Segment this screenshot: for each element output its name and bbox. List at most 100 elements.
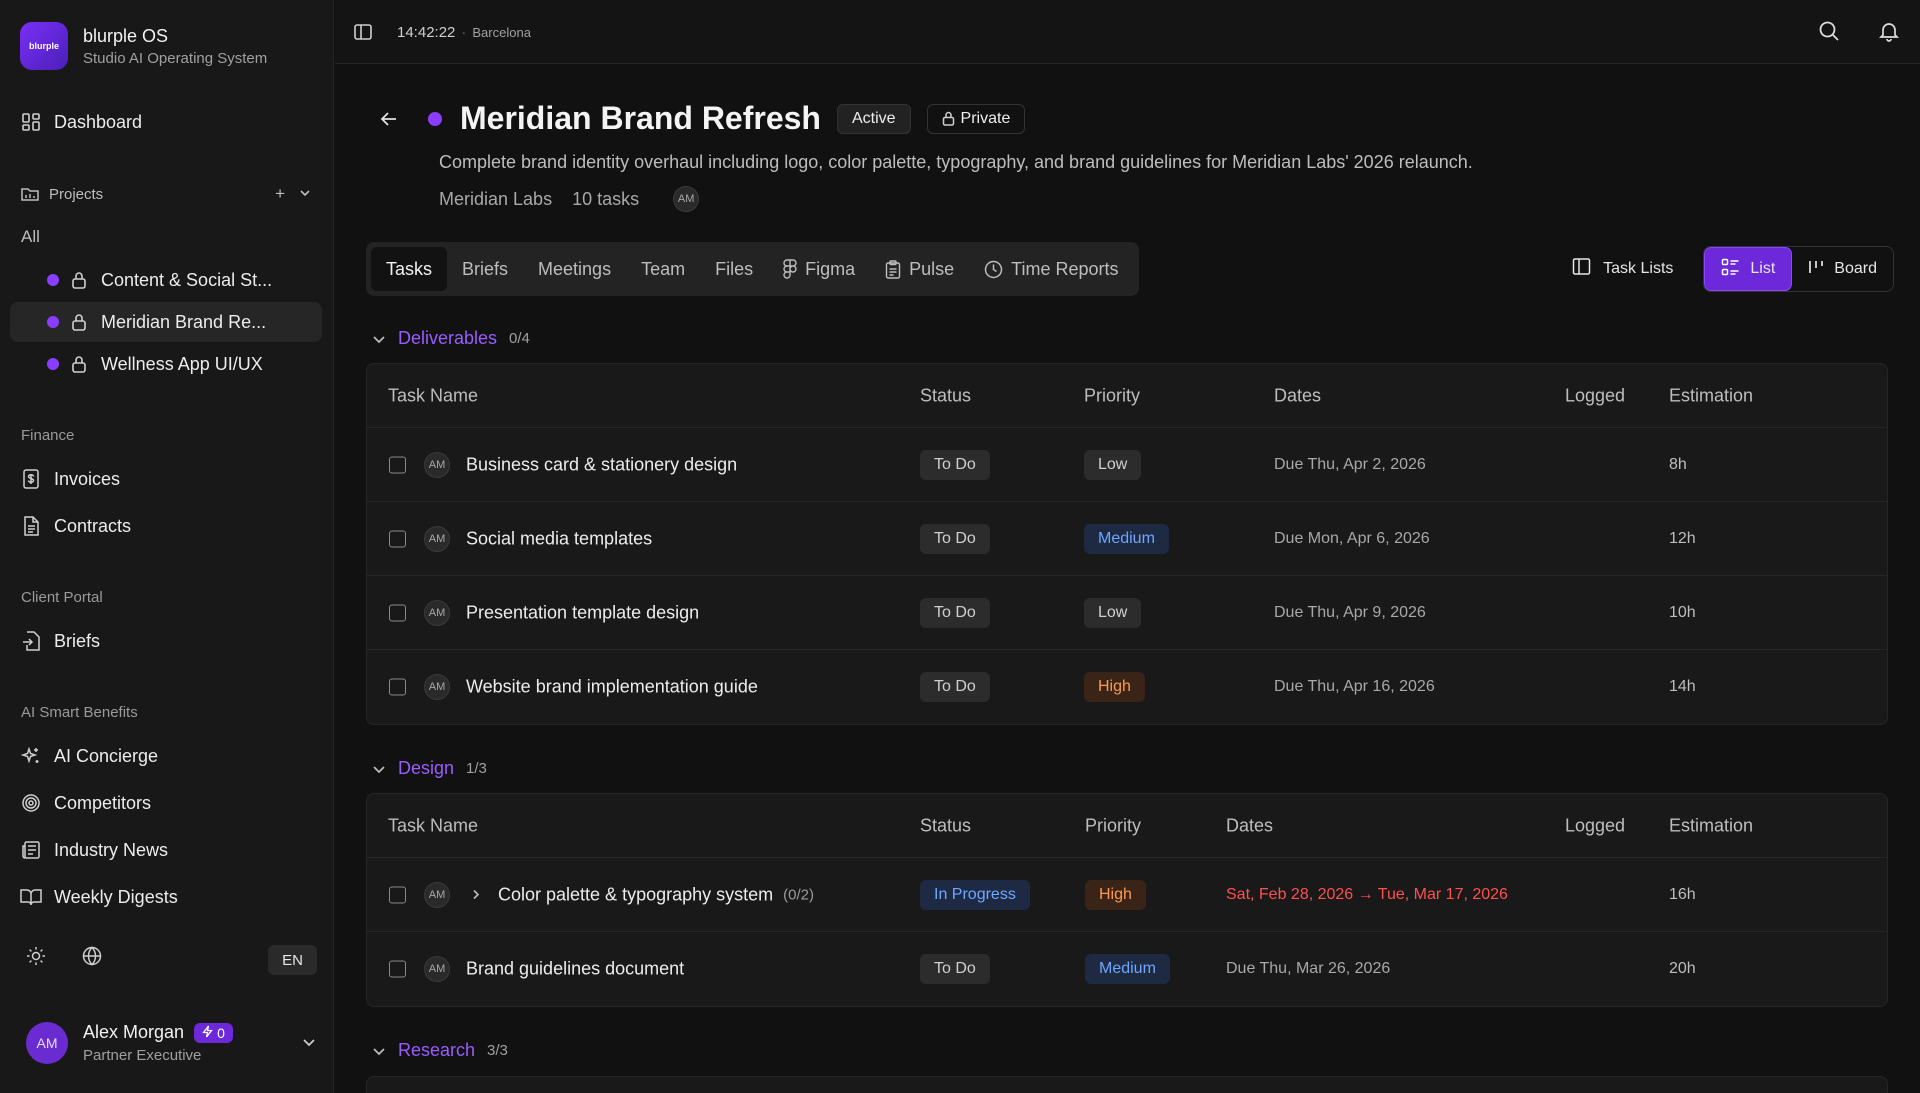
table-row[interactable]: AM Color palette & typography system (0/… xyxy=(367,858,1887,932)
column-header-priority[interactable]: Priority xyxy=(1085,815,1141,836)
task-due-date[interactable]: Due Thu, Apr 2, 2026 xyxy=(1274,456,1426,474)
tab-figma[interactable]: Figma xyxy=(768,247,870,291)
sidebar-item-competitors[interactable]: Competitors xyxy=(20,792,151,814)
sidebar-toggle-icon[interactable] xyxy=(353,22,373,45)
chevron-down-icon[interactable] xyxy=(372,762,386,776)
chevron-down-icon[interactable] xyxy=(302,1035,316,1052)
status-badge[interactable]: Active xyxy=(836,103,911,134)
table-row[interactable]: AM Brand guidelines document To Do Mediu… xyxy=(367,932,1887,1006)
list-view-button[interactable]: List xyxy=(1704,247,1793,291)
sidebar-project-content-social[interactable]: Content & Social St... xyxy=(10,260,322,300)
back-arrow-icon[interactable] xyxy=(380,110,398,131)
priority-badge[interactable]: Medium xyxy=(1084,523,1169,554)
task-name-wrap[interactable]: Color palette & typography system (0/2) xyxy=(498,884,814,905)
column-header-estimation[interactable]: Estimation xyxy=(1669,815,1753,836)
task-due-date[interactable]: Due Thu, Mar 26, 2026 xyxy=(1226,960,1390,978)
add-project-icon[interactable]: + xyxy=(275,184,285,204)
sidebar-project-meridian[interactable]: Meridian Brand Re... xyxy=(10,302,322,342)
task-lists-button[interactable]: Task Lists xyxy=(1572,257,1673,281)
task-estimation[interactable]: 12h xyxy=(1669,530,1696,548)
task-estimation[interactable]: 14h xyxy=(1669,678,1696,696)
board-view-button[interactable]: Board xyxy=(1792,247,1893,291)
column-header-task[interactable]: Task Name xyxy=(388,815,478,836)
column-header-logged[interactable]: Logged xyxy=(1565,385,1625,406)
tab-team[interactable]: Team xyxy=(626,247,700,291)
status-badge[interactable]: To Do xyxy=(920,449,990,480)
chevron-down-icon[interactable] xyxy=(299,184,311,204)
task-estimation[interactable]: 20h xyxy=(1669,960,1696,978)
table-row[interactable]: AM Presentation template design To Do Lo… xyxy=(367,576,1887,650)
priority-badge[interactable]: High xyxy=(1085,879,1146,910)
task-estimation[interactable]: 10h xyxy=(1669,604,1696,622)
task-name[interactable]: Color palette & typography system xyxy=(498,884,773,905)
task-name[interactable]: Social media templates xyxy=(466,528,652,549)
task-name[interactable]: Website brand implementation guide xyxy=(466,677,758,698)
task-due-date[interactable]: Due Mon, Apr 6, 2026 xyxy=(1274,530,1430,548)
table-row[interactable]: AM Business card & stationery design To … xyxy=(367,428,1887,502)
sidebar-item-ai-concierge[interactable]: AI Concierge xyxy=(20,745,158,767)
tab-files[interactable]: Files xyxy=(700,247,768,291)
status-badge[interactable]: To Do xyxy=(920,672,990,702)
tab-time-reports[interactable]: Time Reports xyxy=(969,247,1133,291)
globe-icon[interactable] xyxy=(82,946,102,969)
status-badge[interactable]: To Do xyxy=(920,523,990,554)
task-checkbox[interactable] xyxy=(389,456,406,473)
task-due-date[interactable]: Due Thu, Apr 9, 2026 xyxy=(1274,604,1426,622)
column-header-dates[interactable]: Dates xyxy=(1226,815,1273,836)
tab-meetings[interactable]: Meetings xyxy=(523,247,626,291)
task-checkbox[interactable] xyxy=(389,678,406,696)
column-header-estimation[interactable]: Estimation xyxy=(1669,385,1753,406)
sun-icon[interactable] xyxy=(26,946,46,969)
user-menu[interactable]: AM Alex Morgan 0 Partner Executive xyxy=(26,1022,316,1064)
task-estimation[interactable]: 8h xyxy=(1669,456,1687,474)
column-header-logged[interactable]: Logged xyxy=(1565,815,1625,836)
avatar[interactable]: AM xyxy=(673,186,700,212)
avatar[interactable]: AM xyxy=(424,451,450,478)
tab-tasks[interactable]: Tasks xyxy=(371,247,448,291)
task-checkbox[interactable] xyxy=(389,530,406,547)
task-name[interactable]: Presentation template design xyxy=(466,602,699,623)
avatar[interactable]: AM xyxy=(424,674,450,700)
task-checkbox[interactable] xyxy=(389,960,406,978)
task-name[interactable]: Brand guidelines document xyxy=(466,959,684,980)
group-header-research[interactable]: Research 3/3 xyxy=(372,1040,508,1061)
visibility-badge[interactable]: Private xyxy=(926,103,1026,134)
sidebar-item-weekly-digests[interactable]: Weekly Digests xyxy=(20,886,178,908)
column-header-priority[interactable]: Priority xyxy=(1084,385,1140,406)
task-name[interactable]: Business card & stationery design xyxy=(466,454,737,475)
column-header-dates[interactable]: Dates xyxy=(1274,385,1321,406)
avatar[interactable]: AM xyxy=(424,599,450,626)
status-badge[interactable]: To Do xyxy=(920,597,990,628)
task-estimation[interactable]: 16h xyxy=(1669,886,1696,904)
sidebar-project-wellness[interactable]: Wellness App UI/UX xyxy=(10,344,322,384)
sidebar-item-contracts[interactable]: Contracts xyxy=(20,515,131,537)
sidebar-item-dashboard[interactable]: Dashboard xyxy=(20,111,142,133)
projects-filter-all[interactable]: All xyxy=(21,227,40,247)
brand[interactable]: blurple blurple OS Studio AI Operating S… xyxy=(20,22,267,70)
priority-badge[interactable]: High xyxy=(1084,672,1145,702)
expand-subtasks-icon[interactable] xyxy=(471,884,481,905)
sidebar-item-invoices[interactable]: Invoices xyxy=(20,468,120,490)
chevron-down-icon[interactable] xyxy=(372,332,386,346)
tab-briefs[interactable]: Briefs xyxy=(447,247,523,291)
priority-badge[interactable]: Low xyxy=(1084,449,1142,480)
priority-badge[interactable]: Medium xyxy=(1085,954,1170,984)
task-checkbox[interactable] xyxy=(389,604,406,621)
priority-badge[interactable]: Low xyxy=(1084,597,1142,628)
column-header-task[interactable]: Task Name xyxy=(388,385,478,406)
table-row[interactable]: AM Social media templates To Do Medium D… xyxy=(367,502,1887,576)
tab-pulse[interactable]: Pulse xyxy=(870,247,969,291)
avatar[interactable]: AM xyxy=(424,525,450,552)
avatar[interactable]: AM xyxy=(424,956,450,982)
column-header-status[interactable]: Status xyxy=(920,815,971,836)
avatar[interactable]: AM xyxy=(424,881,450,908)
status-badge[interactable]: In Progress xyxy=(920,879,1030,910)
table-row[interactable]: AM Website brand implementation guide To… xyxy=(367,650,1887,724)
sidebar-item-industry-news[interactable]: Industry News xyxy=(20,839,168,861)
task-due-date[interactable]: Due Thu, Apr 16, 2026 xyxy=(1274,678,1435,696)
column-header-status[interactable]: Status xyxy=(920,385,971,406)
bell-icon[interactable] xyxy=(1878,20,1900,45)
group-header-deliverables[interactable]: Deliverables 0/4 xyxy=(372,328,530,349)
group-header-design[interactable]: Design 1/3 xyxy=(372,758,487,779)
task-checkbox[interactable] xyxy=(389,886,406,903)
